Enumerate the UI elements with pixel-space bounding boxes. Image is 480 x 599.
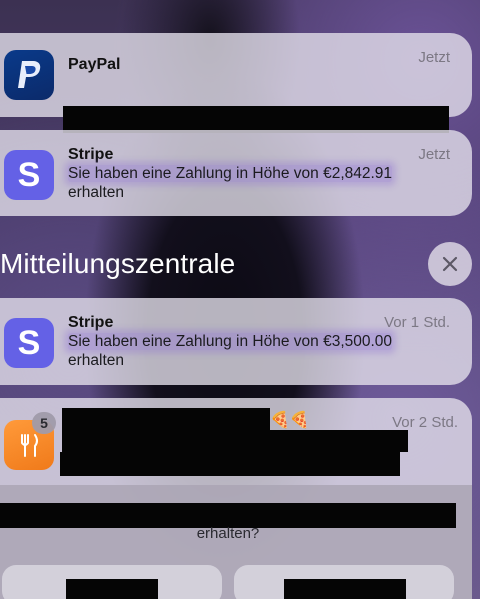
clear-notifications-button[interactable] — [428, 242, 472, 286]
prompt-text: erhalten? — [196, 525, 260, 542]
notification-time: Jetzt — [418, 49, 450, 66]
paypal-icon — [4, 50, 54, 100]
stripe-notification[interactable]: S Stripe Jetzt Sie haben eine Zahlung in… — [0, 130, 472, 216]
app-name: PayPal — [68, 56, 121, 73]
stripe-notification[interactable]: S Stripe Vor 1 Std. Sie haben eine Zahlu… — [0, 298, 472, 385]
action-button-left[interactable] — [2, 565, 222, 599]
notification-time: Vor 1 Std. — [384, 314, 450, 331]
stripe-icon: S — [4, 318, 54, 368]
notification-center-title: Mitteilungszentrale — [0, 248, 236, 279]
redacted-button-label — [66, 579, 158, 599]
notification-time: Vor 2 Std. — [392, 414, 458, 431]
message-line: Sie haben eine Zahlung in Höhe von €2,84… — [68, 165, 393, 182]
redacted-message — [62, 430, 408, 452]
paypal-notification[interactable]: PayPal Jetzt — [0, 33, 472, 133]
message-line: erhalten — [68, 184, 125, 201]
notification-message: Sie haben eine Zahlung in Höhe von €3,50… — [68, 332, 448, 370]
message-line: Sie haben eine Zahlung in Höhe von €3,50… — [68, 333, 393, 350]
close-icon — [442, 256, 458, 272]
redacted-message — [63, 106, 449, 133]
redacted-title — [62, 408, 270, 432]
pizza-emoji: 🍕🍕 — [270, 412, 310, 429]
notification-message: Sie haben eine Zahlung in Höhe von €2,84… — [68, 164, 448, 202]
notification-time: Jetzt — [418, 146, 450, 163]
redacted-button-label — [284, 579, 406, 599]
notification-count-badge: 5 — [32, 412, 56, 434]
redacted-message — [60, 452, 400, 476]
app-name: Stripe — [68, 146, 114, 163]
action-button-right[interactable] — [234, 565, 454, 599]
app-name: Stripe — [68, 314, 114, 331]
message-line: erhalten — [68, 352, 125, 369]
stripe-icon: S — [4, 150, 54, 200]
